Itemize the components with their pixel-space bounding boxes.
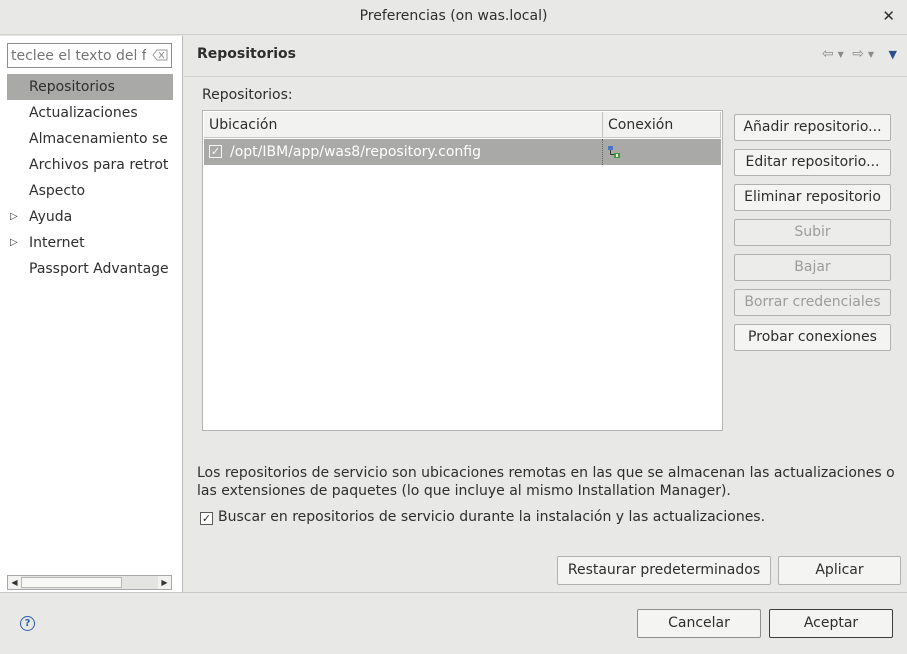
clear-credentials-button[interactable]: Borrar credenciales [734,289,891,316]
edit-repository-button[interactable]: Editar repositorio... [734,149,891,176]
service-repositories-description: Los repositorios de servicio son ubicaci… [197,465,895,499]
repository-enabled-checkbox[interactable]: ✓ [209,145,222,158]
tree-item-label: Passport Advantage [29,261,169,277]
title-bar: Preferencias (on was.local) ✕ [0,0,907,35]
repositories-label: Repositorios: [202,87,293,103]
scroll-left-icon[interactable]: ◀ [8,576,21,589]
tree-item-repositorios[interactable]: Repositorios [7,74,173,100]
move-up-button[interactable]: Subir [734,219,891,246]
table-header: Ubicación Conexión [204,112,721,138]
column-header-connection[interactable]: Conexión [603,112,721,138]
header-divider [184,76,907,77]
tree-item-internet[interactable]: ▷ Internet [7,230,173,256]
preferences-sidebar: Repositorios Actualizaciones Almacenamie… [0,36,183,592]
column-header-location[interactable]: Ubicación [204,112,603,138]
filter-input[interactable] [8,44,146,67]
back-arrow-icon[interactable]: ⇦ [822,46,834,62]
view-menu-icon[interactable]: ▼ [889,48,897,61]
tree-item-aspecto[interactable]: Aspecto [7,178,173,204]
tree-item-label: Archivos para retrot [29,157,169,173]
tree-item-label: Internet [29,235,85,251]
restore-defaults-button[interactable]: Restaurar predeterminados [557,556,771,585]
column-divider [602,139,603,165]
close-icon[interactable]: ✕ [882,7,895,25]
add-repository-button[interactable]: Añadir repositorio... [734,114,891,141]
scroll-right-icon[interactable]: ▶ [158,576,171,589]
test-connections-button[interactable]: Probar conexiones [734,324,891,351]
search-service-repos-checkbox[interactable]: ✓ [200,512,213,525]
preferences-tree: Repositorios Actualizaciones Almacenamie… [7,74,173,282]
tree-item-archivos[interactable]: Archivos para retrot [7,152,173,178]
clear-filter-icon[interactable] [152,49,168,62]
preference-page: Repositorios ⇦ ▼ ⇨ ▼ ▼ Repositorios: Ubica… [184,36,907,592]
tree-item-label: Actualizaciones [29,105,138,121]
table-row[interactable]: ✓ /opt/IBM/app/was8/repository.config [204,139,721,165]
apply-button[interactable]: Aplicar [778,556,901,585]
tree-item-label: Almacenamiento se [29,131,168,147]
footer-divider [0,592,907,593]
scrollbar-thumb[interactable] [21,577,122,588]
tree-item-actualizaciones[interactable]: Actualizaciones [7,100,173,126]
move-down-button[interactable]: Bajar [734,254,891,281]
forward-arrow-icon[interactable]: ⇨ [852,46,864,62]
search-service-repos-label: Buscar en repositorios de servicio duran… [218,509,766,525]
forward-dropdown-icon[interactable]: ▼ [868,50,874,59]
page-title: Repositorios [197,46,297,62]
tree-item-ayuda[interactable]: ▷ Ayuda [7,204,173,230]
tree-item-almacenamiento[interactable]: Almacenamiento se [7,126,173,152]
search-service-repos-option[interactable]: ✓ Buscar en repositorios de servicio dura… [200,508,765,526]
network-connection-icon [607,145,621,159]
tree-item-passport-advantage[interactable]: Passport Advantage [7,256,173,282]
expand-arrow-icon[interactable]: ▷ [10,230,18,256]
repository-location: /opt/IBM/app/was8/repository.config [230,144,482,160]
back-dropdown-icon[interactable]: ▼ [838,50,844,59]
tree-item-label: Repositorios [29,79,115,95]
filter-field[interactable] [7,43,172,68]
horizontal-scrollbar[interactable]: ◀ ▶ [7,575,172,590]
expand-arrow-icon[interactable]: ▷ [10,204,18,230]
repositories-table[interactable]: Ubicación Conexión ✓ /opt/IBM/app/was8/r… [202,110,723,431]
tree-item-label: Aspecto [29,183,86,199]
window-title: Preferencias (on was.local) [359,8,548,24]
help-icon[interactable]: ? [20,616,35,631]
tree-item-label: Ayuda [29,209,73,225]
ok-button[interactable]: Aceptar [769,609,893,638]
cancel-button[interactable]: Cancelar [637,609,761,638]
page-nav-toolbar: ⇦ ▼ ⇨ ▼ ▼ [818,46,897,64]
remove-repository-button[interactable]: Eliminar repositorio [734,184,891,211]
